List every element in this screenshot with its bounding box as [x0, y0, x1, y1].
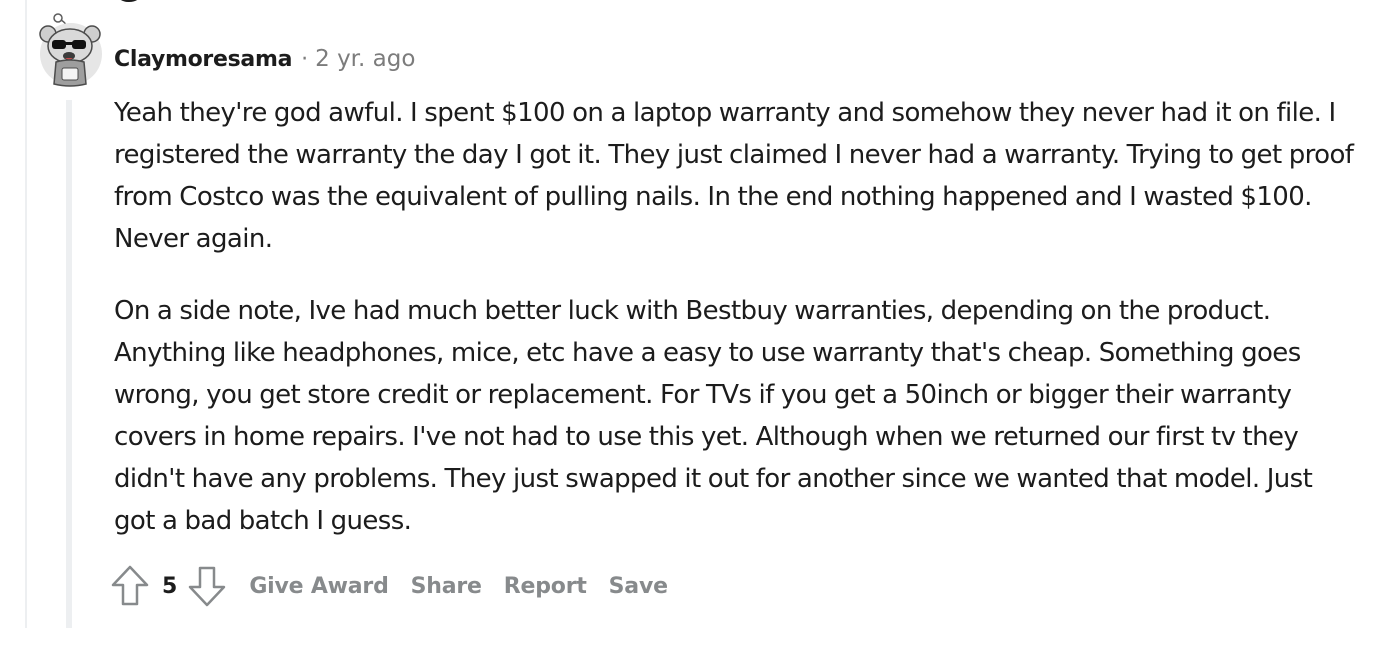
meta-separator: · [301, 46, 309, 72]
snoo-avatar-icon [39, 13, 102, 87]
comment-paragraph: Yeah they're god awful. I spent $100 on … [114, 98, 1354, 254]
upvote-icon[interactable] [110, 564, 150, 608]
report-button[interactable]: Report [504, 574, 587, 599]
give-award-button[interactable]: Give Award [249, 574, 389, 599]
comment-thread-line[interactable] [66, 100, 72, 628]
previous-comment-fragment [116, 0, 142, 2]
avatar[interactable] [38, 12, 104, 88]
author-username[interactable]: Claymoresama [114, 47, 292, 72]
parent-thread-line[interactable] [25, 0, 27, 628]
comment-body: Yeah they're god awful. I spent $100 on … [114, 92, 1354, 572]
save-button[interactable]: Save [609, 574, 668, 599]
comment-actions: 5 Give Award Share Report Save [110, 564, 668, 608]
comment-paragraph: On a side note, Ive had much better luck… [114, 296, 1313, 536]
share-button[interactable]: Share [411, 574, 482, 599]
downvote-icon[interactable] [187, 564, 227, 608]
vote-count: 5 [162, 573, 178, 599]
comment-meta: Claymoresama · 2 yr. ago [114, 44, 415, 74]
comment-timestamp[interactable]: 2 yr. ago [315, 46, 415, 72]
